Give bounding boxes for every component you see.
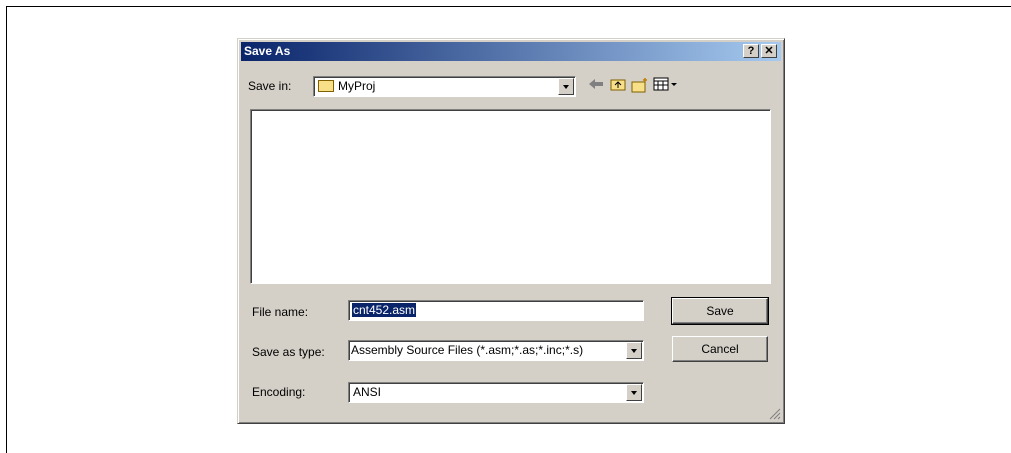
save-as-dialog: Save As ? ✕ Save in: MyProj File name: c… [237,38,785,424]
close-button[interactable]: ✕ [761,44,777,58]
resize-grip-icon[interactable] [769,408,781,420]
page-frame-left [6,6,7,453]
save-button[interactable]: Save [671,297,769,325]
file-list[interactable] [250,109,771,284]
save-in-value: MyProj [338,79,376,93]
file-name-label: File name: [252,305,309,319]
title-bar[interactable]: Save As ? ✕ [241,42,781,61]
view-menu-icon[interactable] [652,77,680,95]
encoding-label: Encoding: [252,385,306,399]
cancel-button[interactable]: Cancel [672,336,768,362]
encoding-dropdown[interactable]: ANSI [348,382,644,403]
chevron-down-icon[interactable] [626,342,642,359]
encoding-value: ANSI [353,385,382,399]
save-in-dropdown[interactable]: MyProj [313,76,576,97]
save-as-type-value: Assembly Source Files (*.asm;*.as;*.inc;… [351,343,584,357]
up-folder-icon[interactable] [608,77,628,95]
save-as-type-dropdown[interactable]: Assembly Source Files (*.asm;*.as;*.inc;… [348,340,644,361]
help-button[interactable]: ? [743,44,759,58]
dialog-title: Save As [244,44,291,58]
save-as-type-label: Save as type: [252,345,325,359]
page-frame-top [6,6,1011,7]
new-folder-icon[interactable] [630,77,650,95]
file-name-field[interactable]: cnt452.asm [348,300,644,321]
chevron-down-icon[interactable] [626,384,642,401]
file-name-value: cnt452.asm [352,303,417,317]
save-in-label: Save in: [248,79,292,93]
chevron-down-icon[interactable] [558,78,574,95]
folder-icon [318,80,334,92]
back-arrow-icon[interactable] [586,77,606,95]
